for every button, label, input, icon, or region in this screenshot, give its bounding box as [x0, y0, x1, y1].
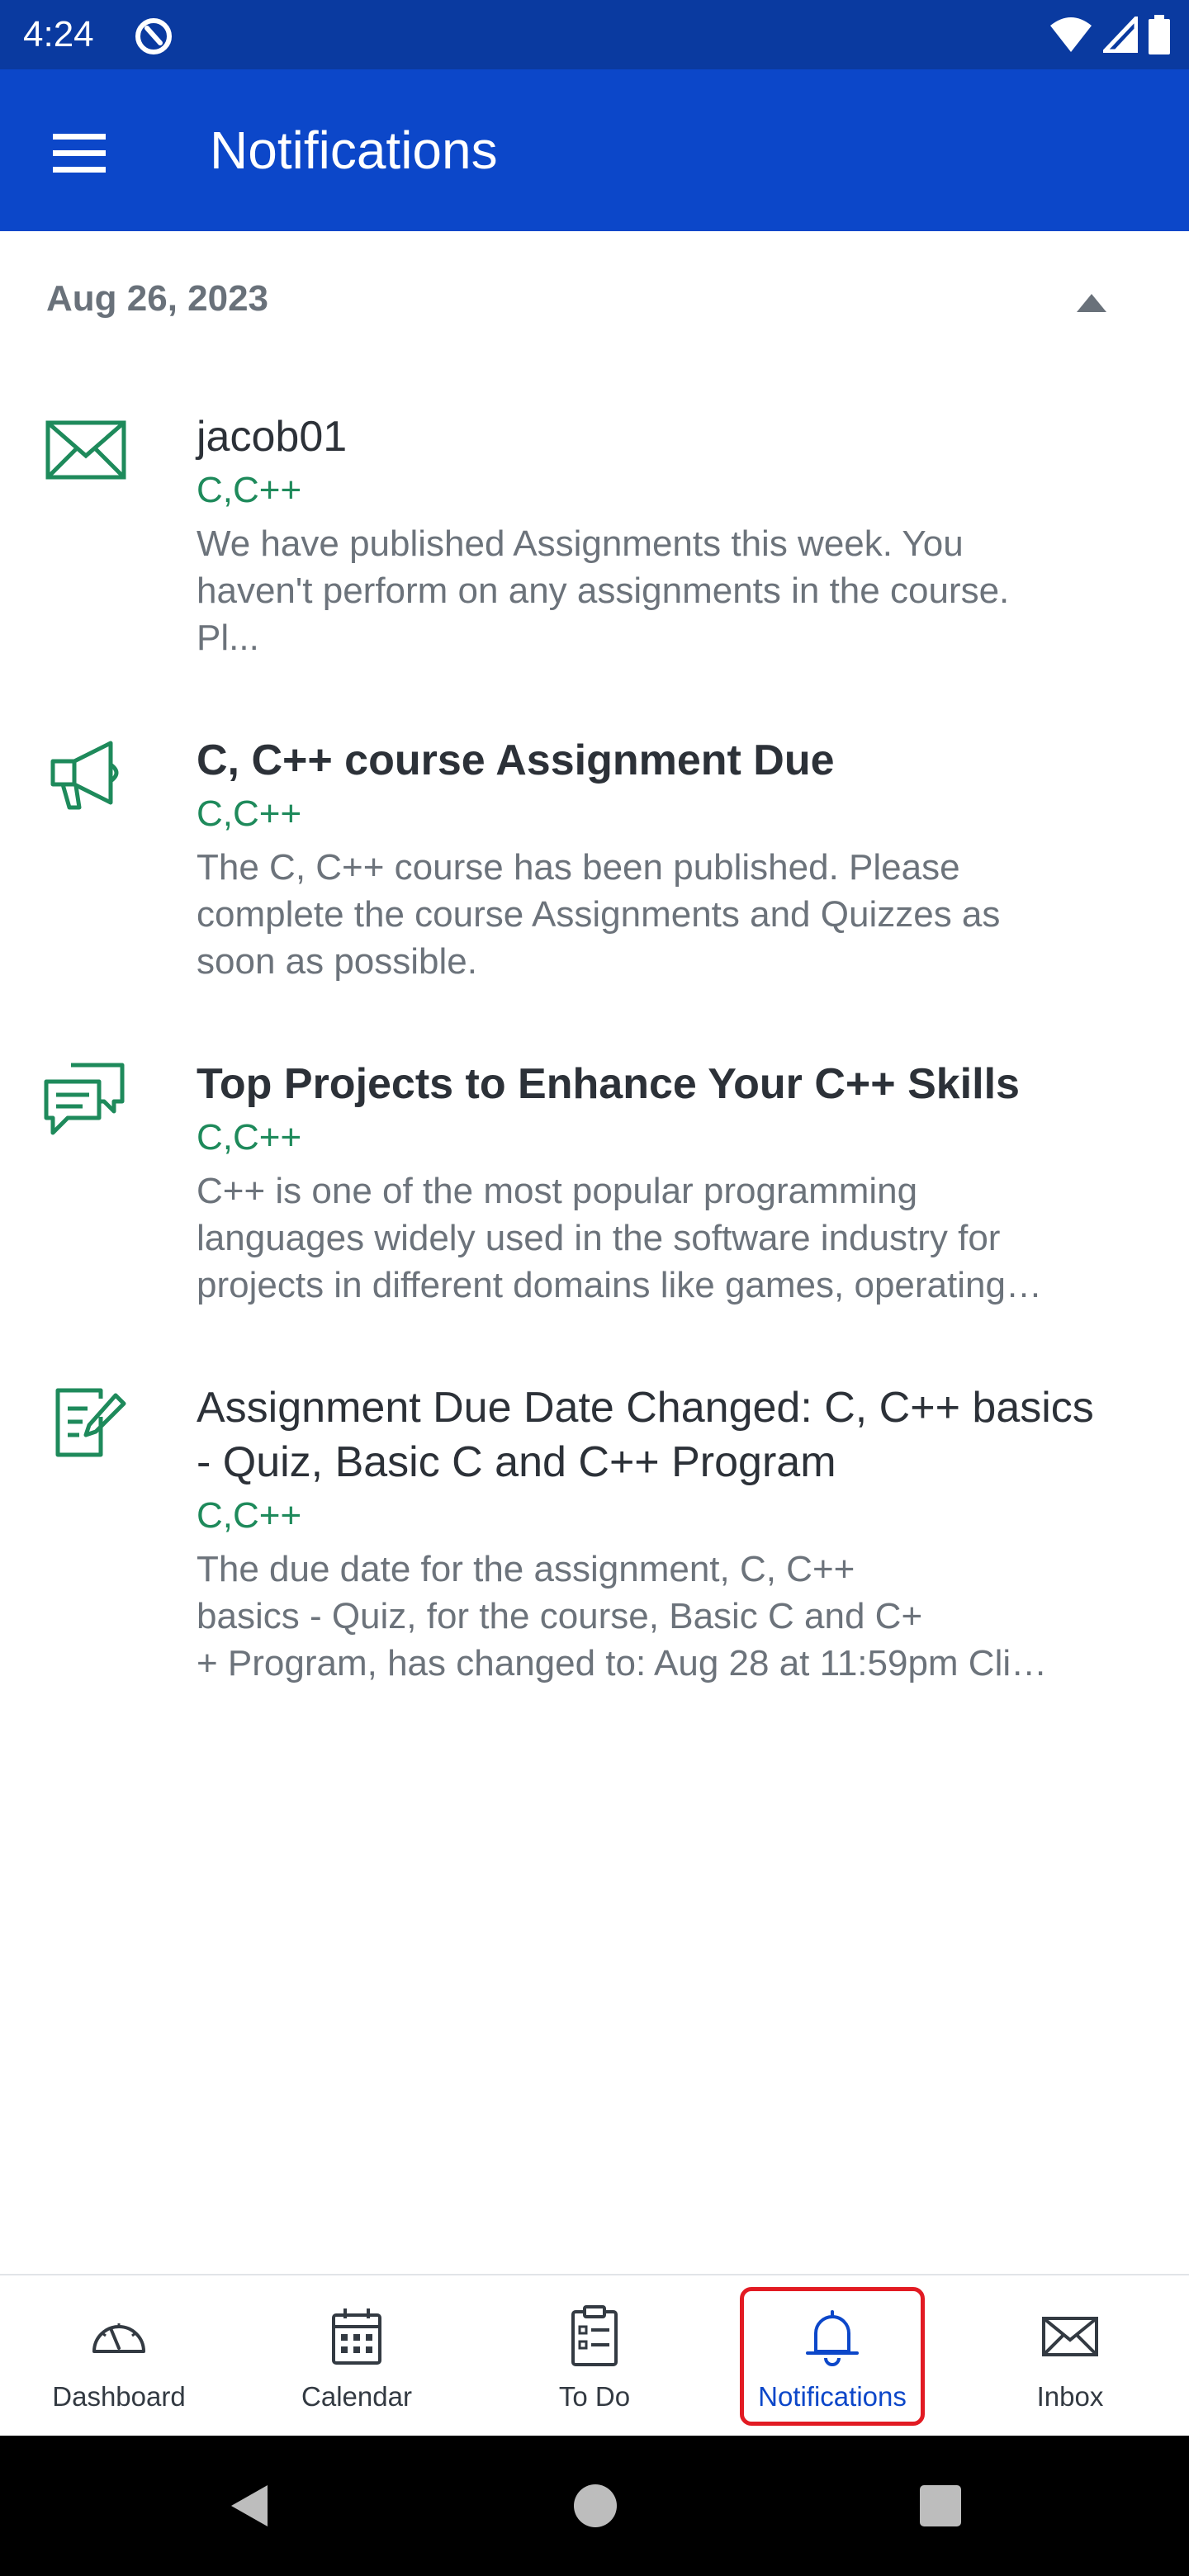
notification-description: The due date for the assignment, C, C++ … — [197, 1549, 1048, 1683]
date-section-header[interactable]: Aug 26, 2023 — [0, 248, 1189, 355]
status-bar: 4:24 — [0, 0, 1189, 69]
notification-title: C, C++ course Assignment Due — [197, 736, 835, 784]
notification-course: C,C++ — [197, 793, 302, 834]
notification-course: C,C++ — [197, 1495, 302, 1536]
app-root: 4:24 Notifications Aug 26, 2023 jacob01 … — [0, 0, 1189, 2576]
dashboard-gauge-icon — [92, 2323, 145, 2353]
home-icon[interactable] — [566, 2477, 624, 2535]
calendar-icon — [332, 2308, 381, 2365]
nav-label: To Do — [558, 2381, 631, 2412]
section-date: Aug 26, 2023 — [46, 278, 269, 319]
nav-todo[interactable]: To Do — [476, 2275, 713, 2437]
status-time: 4:24 — [23, 14, 94, 54]
notification-content: jacob01 C,C++ We have published Assignme… — [197, 410, 1148, 661]
notification-item[interactable]: jacob01 C,C++ We have published Assignme… — [0, 410, 1189, 674]
notification-title: Assignment Due Date Changed: C, C++ basi… — [197, 1384, 1094, 1486]
status-indicators — [1049, 13, 1171, 56]
system-navigation-bar — [0, 2436, 1189, 2576]
notification-course: C,C++ — [197, 1117, 302, 1158]
notification-item[interactable]: Top Projects to Enhance Your C++ Skills … — [0, 1057, 1189, 1321]
envelope-icon — [45, 420, 126, 480]
chat-bubbles-icon — [44, 1063, 125, 1135]
menu-icon[interactable] — [40, 109, 122, 192]
recents-icon[interactable] — [912, 2477, 969, 2535]
notification-description: We have published Assignments this week.… — [197, 523, 1010, 658]
notification-content: Top Projects to Enhance Your C++ Skills … — [197, 1057, 1148, 1309]
app-bar: Notifications — [0, 69, 1189, 231]
active-tab-highlight — [740, 2287, 925, 2426]
notification-item[interactable]: Assignment Due Date Changed: C, C++ basi… — [0, 1380, 1189, 1711]
back-icon[interactable] — [220, 2477, 277, 2535]
battery-icon — [1149, 15, 1170, 54]
megaphone-icon — [50, 741, 119, 810]
nav-inbox[interactable]: Inbox — [951, 2275, 1189, 2437]
nav-label: Dashboard — [52, 2381, 186, 2412]
wifi-icon — [1050, 17, 1092, 52]
notification-description: C++ is one of the most popular programmi… — [197, 1171, 1042, 1305]
todo-clipboard-icon — [571, 2305, 618, 2366]
notification-item[interactable]: C, C++ course Assignment Due C,C++ The C… — [0, 733, 1189, 997]
collapse-arrow-icon[interactable] — [1070, 281, 1113, 324]
notification-title: Top Projects to Enhance Your C++ Skills — [197, 1060, 1020, 1108]
app-status-icon — [135, 18, 172, 54]
inbox-envelope-icon — [1042, 2317, 1098, 2356]
notification-course: C,C++ — [197, 470, 302, 510]
nav-label: Inbox — [1036, 2381, 1104, 2412]
notification-content: Assignment Due Date Changed: C, C++ basi… — [197, 1380, 1148, 1687]
page-title: Notifications — [210, 121, 498, 180]
notification-content: C, C++ course Assignment Due C,C++ The C… — [197, 733, 1148, 985]
nav-dashboard[interactable]: Dashboard — [0, 2275, 238, 2437]
nav-calendar[interactable]: Calendar — [238, 2275, 476, 2437]
notification-title: jacob01 — [197, 413, 348, 461]
assignment-edit-icon — [55, 1388, 126, 1457]
bottom-navigation: Dashboard Calendar To Do Notifications I… — [0, 2274, 1189, 2436]
nav-label: Calendar — [301, 2381, 412, 2412]
signal-icon — [1103, 17, 1138, 53]
notification-description: The C, C++ course has been published. Pl… — [197, 847, 1001, 982]
